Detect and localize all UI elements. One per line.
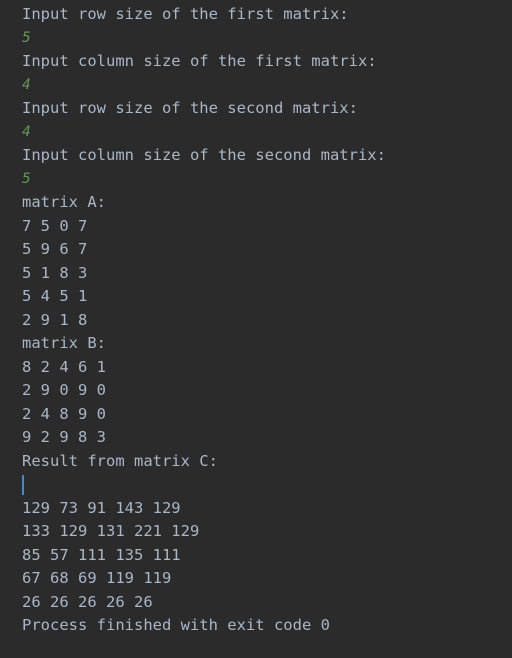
matrix-a-row: 5 4 5 1 bbox=[22, 287, 88, 305]
console-line: Input column size of the second matrix: bbox=[22, 146, 386, 164]
matrix-b-row: 2 9 0 9 0 bbox=[22, 381, 106, 399]
matrix-b-row: 8 2 4 6 1 bbox=[22, 357, 106, 376]
console-line: Input row size of the second matrix: bbox=[22, 99, 358, 117]
matrix-b-row: 2 4 8 9 0 bbox=[22, 404, 106, 423]
result-row: 129 73 91 143 129 bbox=[22, 498, 181, 517]
result-heading: Result from matrix C: bbox=[22, 451, 218, 470]
matrix-a-row: 2 9 1 8 bbox=[22, 310, 88, 329]
result-row: 67 68 69 119 119 bbox=[22, 569, 172, 587]
matrix-b-row: 9 2 9 8 3 bbox=[22, 428, 106, 446]
matrix-a-row: 5 9 6 7 bbox=[22, 240, 88, 258]
matrix-a-heading: matrix A: bbox=[22, 193, 106, 211]
console-line: Input row size of the first matrix: bbox=[22, 5, 349, 23]
result-row: 26 26 26 26 26 bbox=[22, 592, 153, 611]
matrix-a-row: 7 5 0 7 bbox=[22, 216, 88, 235]
matrix-a-row: 5 1 8 3 bbox=[22, 263, 88, 282]
console-line: Input column size of the first matrix: bbox=[22, 52, 377, 70]
user-input-line: 5 bbox=[22, 170, 31, 187]
input-cursor-line[interactable] bbox=[22, 473, 512, 497]
user-input-line: 4 bbox=[22, 76, 31, 93]
user-input-line: 4 bbox=[22, 123, 31, 140]
run-console-output[interactable]: Input row size of the first matrix: 5 In… bbox=[0, 0, 512, 658]
text-cursor bbox=[22, 475, 24, 495]
matrix-b-heading: matrix B: bbox=[22, 334, 106, 352]
process-exit-message: Process finished with exit code 0 bbox=[22, 616, 330, 634]
result-row: 85 57 111 135 111 bbox=[22, 545, 181, 564]
result-row: 133 129 131 221 129 bbox=[22, 522, 200, 540]
user-input-line: 5 bbox=[22, 29, 31, 46]
